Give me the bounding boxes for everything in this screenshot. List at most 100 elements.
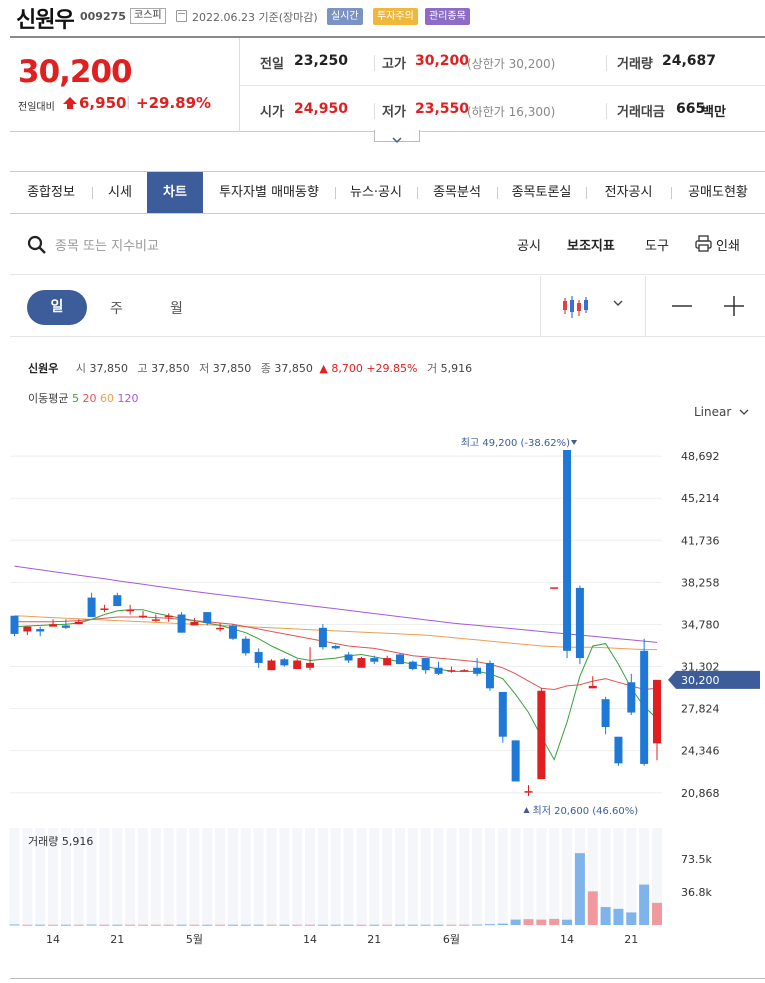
volume-bar <box>125 924 136 926</box>
period-month-button[interactable]: 월 <box>170 298 183 318</box>
ohlc-readout: 신원우 시 37,850 고 37,850 저 37,850 종 37,850 … <box>28 360 472 376</box>
divider <box>10 274 765 275</box>
candle-body <box>126 609 135 612</box>
search-icon[interactable] <box>27 235 47 255</box>
divider <box>645 276 646 336</box>
ma-legend-label: 이동평균 <box>28 392 69 405</box>
ohlc-change: ▲ 8,700 +29.85% <box>319 362 418 375</box>
upper-limit: (상한가 30,200) <box>467 57 556 71</box>
high-label: 고가 <box>382 57 406 72</box>
volume-bar <box>60 924 71 926</box>
expand-toggle-button[interactable] <box>374 130 420 144</box>
volume-bar <box>407 924 418 926</box>
y-tick-label: 27,824 <box>681 703 720 716</box>
candle-body <box>164 615 173 618</box>
printer-icon[interactable] <box>695 235 712 252</box>
candle-body <box>139 615 147 618</box>
badge-caution: 투자주의 <box>373 8 418 25</box>
volume-bar <box>99 924 110 926</box>
price-chart[interactable]: 48,69245,21441,73638,25834,78031,30227,8… <box>0 425 765 820</box>
period-week-button[interactable]: 주 <box>110 298 123 318</box>
candle-body <box>421 658 430 671</box>
tools-button[interactable]: 도구 <box>645 235 669 254</box>
volume-bar <box>86 924 97 926</box>
volume-column-bg <box>176 828 187 925</box>
ohlc-close-label: 종 <box>260 362 271 375</box>
volume-column-bg <box>420 828 431 925</box>
volume-chart[interactable]: 거래량 5,916 73.5k 36.8k 14 21 5월 14 21 6월 14 21 <box>0 826 765 956</box>
candle-body <box>203 612 212 623</box>
tab-price[interactable]: 시세 <box>92 172 148 213</box>
open-value: 24,950 <box>294 101 349 117</box>
volume-column-bg <box>112 828 123 925</box>
tab-short-selling[interactable]: 공매도현황 <box>671 172 765 213</box>
candle-body <box>370 658 379 662</box>
ma5-line <box>14 609 658 761</box>
tab-chart[interactable]: 차트 <box>147 172 203 213</box>
candle-body <box>49 624 58 627</box>
price-panel: 30,200 전일대비 6,950 | +29.89% <box>10 38 240 132</box>
volume-bar <box>433 924 444 926</box>
search-input[interactable]: 종목 또는 지수비교 <box>55 235 159 254</box>
chevron-down-icon[interactable] <box>611 298 625 308</box>
disclosure-button[interactable]: 공시 <box>517 235 541 254</box>
indicator-button[interactable]: 보조지표 <box>567 235 615 254</box>
candle-body <box>614 736 623 764</box>
candle-body <box>563 450 572 651</box>
current-price-label: 30,200 <box>681 674 720 687</box>
print-button[interactable]: 인쇄 <box>716 235 740 254</box>
zoom-in-icon[interactable] <box>723 295 745 317</box>
volume-tick-label: 36.8k <box>681 886 712 899</box>
tab-news[interactable]: 뉴스·공시 <box>335 172 417 213</box>
volume-bar <box>330 924 341 926</box>
change-label: 전일대비 <box>18 102 55 113</box>
candle-body <box>396 654 404 665</box>
ohlc-open: 37,850 <box>89 362 129 375</box>
candlestick-icon[interactable] <box>561 292 591 320</box>
candle-body <box>344 654 353 661</box>
volume-column-bg <box>202 828 213 925</box>
volume-column-bg <box>292 828 303 925</box>
candle-body <box>151 619 160 621</box>
change-value: 6,950 <box>79 94 127 112</box>
volume-column-bg <box>240 828 251 925</box>
volume-bar <box>266 924 277 926</box>
tab-discussion[interactable]: 종목토론실 <box>497 172 586 213</box>
tab-disclosure[interactable]: 전자공시 <box>586 172 671 213</box>
ma120-label: 120 <box>117 392 139 405</box>
candle-body <box>100 608 109 610</box>
open-label: 시가 <box>260 105 284 120</box>
volume-bar <box>240 924 251 926</box>
volume-bar <box>639 884 650 925</box>
period-day-button[interactable]: 일 <box>27 290 87 325</box>
volume-column-bg <box>459 828 470 925</box>
volume-bar <box>420 924 431 926</box>
divider <box>606 103 607 119</box>
volume-column-bg <box>215 828 226 925</box>
volume-bar <box>279 924 290 926</box>
volume-bar <box>176 924 187 926</box>
volume-column-bg <box>317 828 328 925</box>
ohlc-low-label: 저 <box>199 362 210 375</box>
tab-investor[interactable]: 투자자별 매매동향 <box>203 172 335 213</box>
ohlc-close: 37,850 <box>274 362 313 375</box>
volume-tick-label: 73.5k <box>681 853 712 866</box>
stock-name: 신원우 <box>16 8 75 33</box>
volume-bar <box>626 912 637 925</box>
zoom-out-icon[interactable] <box>671 295 693 317</box>
volume-bar <box>395 924 405 926</box>
volume-column-bg <box>446 828 457 925</box>
volume-bar <box>523 919 534 925</box>
volume-bar <box>292 924 303 926</box>
candle-body <box>267 660 276 671</box>
scale-select[interactable]: Linear <box>694 405 750 419</box>
divider <box>606 55 607 71</box>
volume-column-bg <box>472 828 483 925</box>
volume-bar <box>215 924 226 926</box>
volume-column-bg <box>523 828 534 925</box>
volume-bar <box>317 924 328 926</box>
high-value: 30,200 <box>415 53 470 69</box>
tab-analysis[interactable]: 종목분석 <box>417 172 497 213</box>
ohlc-open-label: 시 <box>75 362 86 375</box>
tab-summary[interactable]: 종합정보 <box>10 172 92 213</box>
